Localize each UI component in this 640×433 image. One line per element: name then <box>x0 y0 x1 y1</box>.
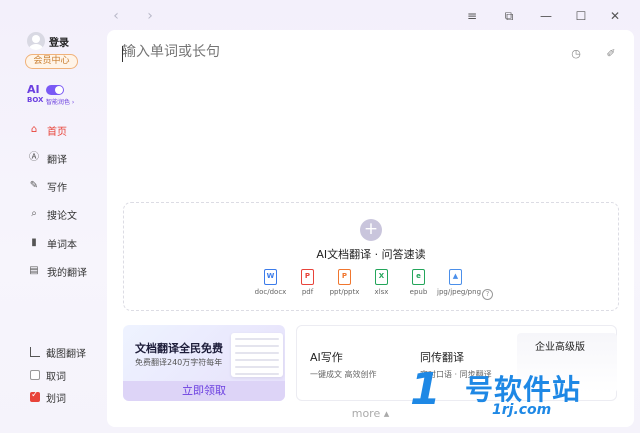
file-type-label: xlsx <box>374 288 389 296</box>
aibox-logo: AI <box>27 83 40 96</box>
word-select-checkbox[interactable]: 划词 <box>30 390 66 405</box>
sidebar-item-wordbook[interactable]: ▮ 单词本 <box>28 235 77 251</box>
drop-zone-title: AI文档翻译 · 问答速读 <box>316 248 426 261</box>
file-type-doc: W doc/docx <box>252 269 289 296</box>
avatar <box>27 32 45 50</box>
pen-icon: ✎ <box>29 180 39 191</box>
sidebar-item-paper-search[interactable]: ⌕ 搜论文 <box>28 206 77 222</box>
hamburger-menu-icon[interactable]: ≡ <box>463 7 481 25</box>
ai-writing-card[interactable]: AI写作 一键成文 高效创作 <box>310 349 377 380</box>
aibox-button[interactable]: AI BOX 智能润色 › <box>27 84 87 110</box>
minimize-icon[interactable]: — <box>537 7 555 25</box>
screenshot-translate-label: 截图翻译 <box>46 348 86 360</box>
aibox-subtitle: 智能润色 › <box>46 99 75 106</box>
file-type-pdf: P pdf <box>289 269 326 296</box>
watermark-digit: 1 <box>410 364 441 415</box>
file-type-xlsx: X xlsx <box>363 269 400 296</box>
feature-title: 同传翻译 <box>420 351 464 364</box>
screenshot-translate-button[interactable]: 截图翻译 <box>30 345 86 360</box>
epub-icon: e <box>412 269 425 285</box>
pin-window-icon[interactable]: ⧉ <box>500 7 518 25</box>
checkbox-unchecked-icon <box>30 370 40 380</box>
file-type-label: doc/docx <box>254 288 287 296</box>
close-icon[interactable]: ✕ <box>606 7 624 25</box>
login-label: 登录 <box>49 37 69 49</box>
checkbox-checked-icon <box>30 390 40 402</box>
aibox-toggle-icon <box>46 85 64 95</box>
watermark-url: 1rj.com <box>492 402 552 418</box>
sidebar-item-label: 翻译 <box>47 154 67 166</box>
excel-icon: X <box>375 269 388 285</box>
document-drop-zone[interactable]: + AI文档翻译 · 问答速读 W doc/docx P pdf P ppt/p… <box>123 202 619 311</box>
ppt-icon: P <box>338 269 351 285</box>
sidebar-item-label: 我的翻译 <box>47 267 87 279</box>
home-icon: ⌂ <box>30 124 38 135</box>
sidebar-item-my-translation[interactable]: ▤ 我的翻译 <box>28 263 87 279</box>
sidebar-item-label: 单词本 <box>47 239 77 251</box>
feature-title: AI写作 <box>310 351 343 364</box>
vip-center-button[interactable]: 会员中心 <box>25 54 78 69</box>
image-icon: ▲ <box>449 269 462 285</box>
file-type-label: jpg/jpeg/png <box>437 288 482 296</box>
sidebar-item-write[interactable]: ✎ 写作 <box>28 178 67 194</box>
sidebar-item-label: 写作 <box>47 182 67 194</box>
file-type-epub: e epub <box>400 269 437 296</box>
translate-icon: Ⓐ <box>29 152 39 163</box>
text-caret <box>122 46 123 62</box>
word-pick-checkbox[interactable]: 取词 <box>30 368 66 383</box>
sidebar-item-label: 首页 <box>47 126 67 138</box>
word-doc-icon: W <box>264 269 277 285</box>
file-type-label: epub <box>409 288 428 296</box>
crop-icon <box>30 347 40 357</box>
clock-icon[interactable]: ◷ <box>569 47 583 61</box>
forward-icon[interactable]: › <box>142 8 158 24</box>
sidebar: 登录 会员中心 AI BOX 智能润色 › ⌂ 首页 Ⓐ 翻译 ✎ 写作 ⌕ 搜… <box>0 26 108 433</box>
file-type-image: ▲ jpg/jpeg/png <box>437 269 482 296</box>
app-window: ‹ › ≡ ⧉ — ☐ ✕ 登录 会员中心 AI BOX 智能润色 › ⌂ 首页… <box>0 0 640 433</box>
free-translation-promo[interactable]: 文档翻译全民免费 免费翻译240万字符每年 立即领取 <box>123 325 285 401</box>
file-type-list: W doc/docx P pdf P ppt/pptx X xlsx e epu… <box>252 269 482 296</box>
my-translation-icon: ▤ <box>29 265 39 276</box>
sidebar-item-home[interactable]: ⌂ 首页 <box>28 122 67 138</box>
file-type-label: ppt/pptx <box>329 288 360 296</box>
sidebar-item-label: 搜论文 <box>47 210 77 222</box>
sidebar-item-translate[interactable]: Ⓐ 翻译 <box>28 150 67 166</box>
feature-subtitle: 一键成文 高效创作 <box>310 370 377 379</box>
site-watermark: 1 号软件站 1rj.com <box>410 366 625 426</box>
translate-input[interactable] <box>122 44 542 60</box>
paper-search-icon: ⌕ <box>31 208 37 219</box>
promo-subtitle: 免费翻译240万字符每年 <box>135 358 223 367</box>
promo-title: 文档翻译全民免费 <box>135 342 223 355</box>
claim-now-button[interactable]: 立即领取 <box>123 381 285 401</box>
promo-illustration <box>231 333 283 377</box>
wordbook-icon: ▮ <box>31 237 37 248</box>
maximize-icon[interactable]: ☐ <box>572 7 590 25</box>
add-document-button[interactable]: + <box>360 219 382 241</box>
word-pick-label: 取词 <box>46 371 66 383</box>
back-icon[interactable]: ‹ <box>108 8 124 24</box>
pdf-icon: P <box>301 269 314 285</box>
file-type-label: pdf <box>301 288 314 296</box>
edit-pen-icon[interactable]: ✐ <box>604 47 618 61</box>
aibox-logo-box: BOX <box>27 96 44 104</box>
word-select-label: 划词 <box>46 393 66 405</box>
help-icon[interactable]: ? <box>482 289 493 300</box>
enterprise-title: 企业高级版 <box>535 342 585 353</box>
login-button[interactable]: 登录 <box>27 31 69 51</box>
file-type-ppt: P ppt/pptx <box>326 269 363 296</box>
